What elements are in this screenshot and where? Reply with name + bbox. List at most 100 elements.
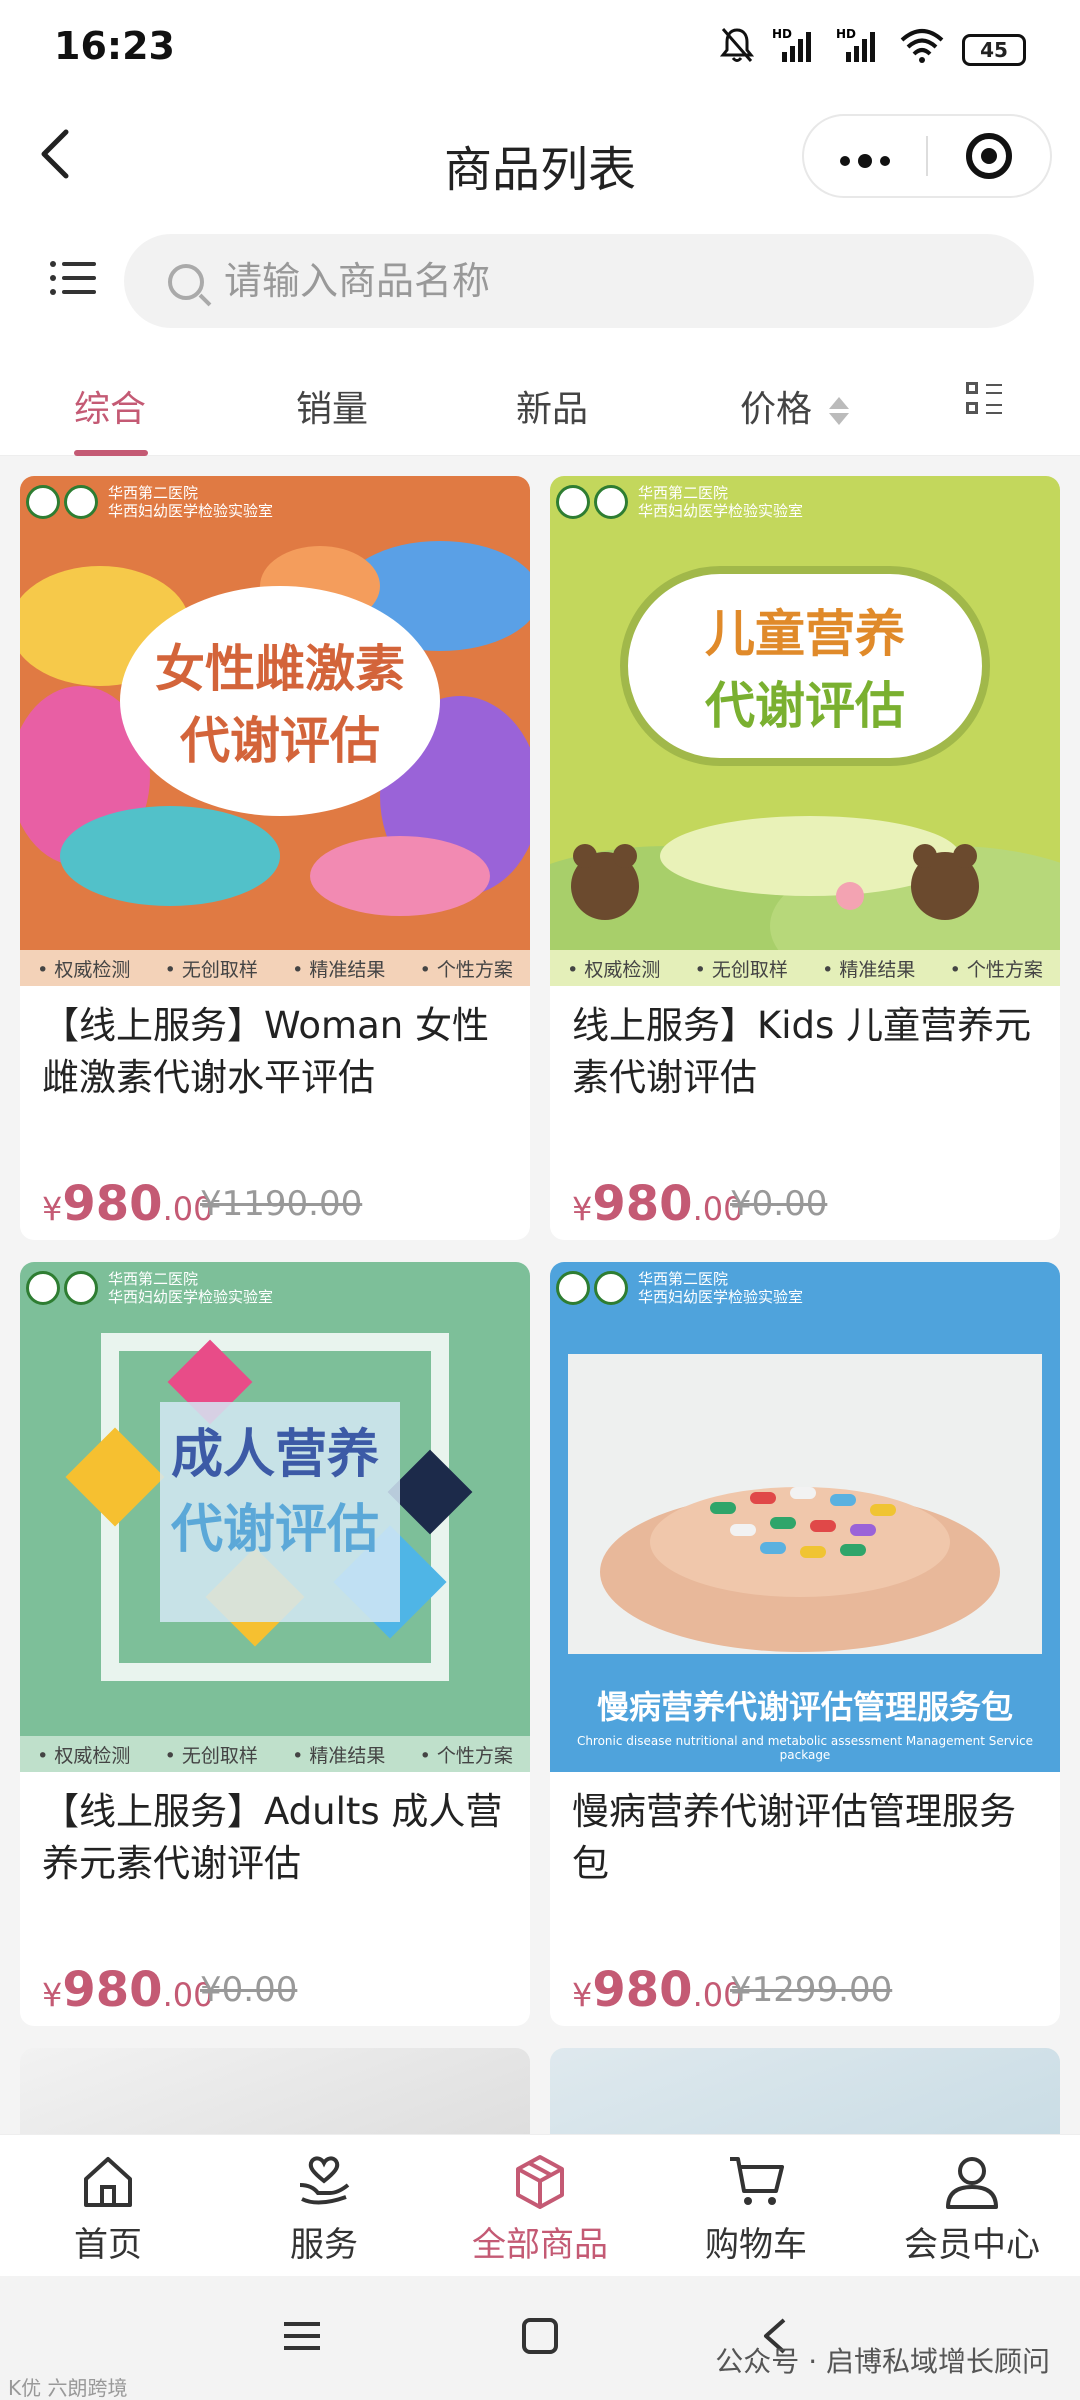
watermark-text-left: K优 六朗跨境 — [8, 2376, 128, 2400]
feature-tag: • 精准结果 — [822, 958, 916, 981]
home-icon — [78, 2151, 138, 2211]
sort-arrows-icon — [829, 397, 850, 425]
feature-tag: • 个性方案 — [949, 958, 1043, 981]
feature-tag: • 个性方案 — [419, 1744, 513, 1767]
nav-service-label: 服务 — [290, 2225, 358, 2265]
user-icon — [942, 2151, 1002, 2211]
feature-tag: • 无创取样 — [164, 1744, 258, 1767]
search-bar[interactable] — [124, 234, 1034, 328]
price-symbol: ¥ — [42, 1190, 63, 1228]
status-bar: 16:23 HD HD 45 — [0, 0, 1080, 100]
nav-home-label: 首页 — [74, 2225, 142, 2265]
hospital-logo-icon — [26, 1271, 60, 1305]
close-miniprogram-button[interactable] — [928, 133, 1050, 179]
tab-new[interactable]: 新品 — [516, 380, 588, 432]
tab-comprehensive[interactable]: 综合 — [74, 380, 146, 432]
target-icon — [966, 133, 1012, 179]
menu-icon[interactable] — [280, 2316, 340, 2366]
category-menu-icon[interactable] — [50, 258, 96, 298]
image-banner: 慢病营养代谢评估管理服务包 Chronic disease nutritiona… — [550, 1682, 1060, 1762]
image-title-line2: 代谢评估 — [705, 677, 905, 735]
product-name: 线上服务】Kids 儿童营养元素代谢评估 — [572, 1004, 1032, 1099]
tab-price-label: 价格 — [740, 389, 813, 430]
nav-cart-label: 购物车 — [705, 2225, 807, 2265]
product-price: ¥980.00 — [572, 1962, 743, 2018]
feature-tag: • 精准结果 — [292, 958, 386, 981]
nav-cart[interactable]: 购物车 — [648, 2135, 864, 2277]
product-card[interactable]: 华西第二医院 华西妇幼医学检验实验室 儿童营养 代谢评估 • 权威检测 • 无创… — [550, 476, 1060, 1240]
original-price: ¥1299.00 — [730, 1970, 893, 2010]
product-price: ¥980.00 — [572, 1176, 743, 1232]
feature-bar: • 权威检测 • 无创取样 • 精准结果 • 个性方案 — [550, 950, 1060, 986]
nav-home[interactable]: 首页 — [0, 2135, 216, 2277]
hospital-logo-header: 华西第二医院 华西妇幼医学检验实验室 — [26, 484, 273, 520]
hospital-logo-icon — [556, 1271, 590, 1305]
product-card[interactable]: 华西第二医院 华西妇幼医学检验实验室 女性雌激素 代谢评估 • 权威检测 • 无… — [20, 476, 530, 1240]
nav-all-products[interactable]: 全部商品 — [432, 2135, 648, 2277]
product-price: ¥980.00 — [42, 1176, 213, 1232]
search-icon — [168, 264, 204, 300]
product-image: 华西第二医院 华西妇幼医学检验实验室 儿童营养 代谢评估 • 权威检测 • 无创… — [550, 476, 1060, 986]
miniprogram-capsule — [802, 114, 1052, 198]
hospital-name: 华西第二医院 — [638, 1270, 729, 1288]
feature-bar: • 权威检测 • 无创取样 • 精准结果 • 个性方案 — [20, 1736, 530, 1772]
heart-hand-icon — [294, 2151, 354, 2211]
product-grid: 华西第二医院 华西妇幼医学检验实验室 女性雌激素 代谢评估 • 权威检测 • 无… — [0, 456, 1080, 2136]
product-image: 华西第二医院 华西妇幼医学检验实验室 成人营养 代谢评估 • 权威检测 • 无创… — [20, 1262, 530, 1772]
bottom-tab-bar: 首页 服务 全部商品 购物车 会员中心 — [0, 2134, 1080, 2276]
price-symbol: ¥ — [572, 1190, 593, 1228]
original-price: ¥0.00 — [730, 1184, 828, 1224]
more-dots-icon — [840, 153, 890, 168]
image-title-line1: 成人营养 — [170, 1425, 379, 1485]
lab-name: 华西妇幼医学检验实验室 — [108, 502, 274, 520]
lab-logo-icon — [64, 485, 98, 519]
nav-all-products-label: 全部商品 — [472, 2225, 608, 2265]
tab-price[interactable]: 价格 — [740, 380, 850, 432]
signal-hd-icon: HD — [836, 26, 882, 73]
product-image: 华西第二医院 华西妇幼医学检验实验室 慢病营养代谢评估管理服务包 Chronic… — [550, 1262, 1060, 1772]
signal-hd-icon: HD — [772, 26, 818, 73]
feature-tag: • 精准结果 — [292, 1744, 386, 1767]
hospital-name: 华西第二医院 — [108, 1270, 199, 1288]
system-navigation-bar: 公众号 · 启博私域增长顾问 K优 六朗跨境 — [0, 2276, 1080, 2400]
search-row — [0, 220, 1080, 340]
feature-tag: • 无创取样 — [694, 958, 788, 981]
hospital-name: 华西第二医院 — [108, 484, 199, 502]
image-title: 成人营养 代谢评估 — [150, 1412, 400, 1562]
image-banner-title: 慢病营养代谢评估管理服务包 — [596, 1688, 1013, 1726]
product-card[interactable]: 华西第二医院 华西妇幼医学检验实验室 成人营养 代谢评估 • 权威检测 • 无创… — [20, 1262, 530, 2026]
nav-member-center-label: 会员中心 — [904, 2225, 1040, 2265]
image-title-line2: 代谢评估 — [180, 712, 380, 770]
price-integer: 980 — [592, 1962, 693, 2018]
product-card-partial[interactable] — [550, 2048, 1060, 2136]
lab-logo-icon — [594, 485, 628, 519]
home-square-icon[interactable] — [518, 2316, 578, 2366]
svg-text:HD: HD — [772, 27, 792, 41]
product-name: 【线上服务】Adults 成人营养元素代谢评估 — [42, 1790, 503, 1885]
lab-logo-icon — [64, 1271, 98, 1305]
price-integer: 980 — [592, 1176, 693, 1232]
cart-icon — [726, 2151, 786, 2211]
box-icon — [510, 2151, 570, 2211]
product-name: 【线上服务】Woman 女性雌激素代谢水平评估 — [42, 1004, 489, 1099]
list-layout-icon[interactable] — [966, 382, 1004, 418]
nav-member-center[interactable]: 会员中心 — [864, 2135, 1080, 2277]
hospital-logo-header: 华西第二医院 华西妇幼医学检验实验室 — [556, 484, 803, 520]
tab-sales[interactable]: 销量 — [296, 380, 368, 432]
more-button[interactable] — [804, 131, 926, 182]
search-input[interactable] — [224, 252, 984, 310]
bell-off-icon — [719, 26, 755, 73]
nav-service[interactable]: 服务 — [216, 2135, 432, 2277]
product-image: 华西第二医院 华西妇幼医学检验实验室 女性雌激素 代谢评估 • 权威检测 • 无… — [20, 476, 530, 986]
feature-tag: • 权威检测 — [567, 958, 661, 981]
product-card-partial[interactable] — [20, 2048, 530, 2136]
hospital-logo-header: 华西第二医院 华西妇幼医学检验实验室 — [556, 1270, 803, 1306]
product-card[interactable]: 华西第二医院 华西妇幼医学检验实验室 慢病营养代谢评估管理服务包 Chronic… — [550, 1262, 1060, 2026]
sort-tabs: 综合 销量 新品 价格 — [0, 340, 1080, 456]
hospital-logo-header: 华西第二医院 华西妇幼医学检验实验室 — [26, 1270, 273, 1306]
feature-tag: • 权威检测 — [37, 958, 131, 981]
status-time: 16:23 — [54, 24, 175, 68]
image-title-line2: 代谢评估 — [170, 1500, 379, 1560]
price-integer: 980 — [62, 1176, 163, 1232]
image-banner-subtitle: Chronic disease nutritional and metaboli… — [576, 1734, 1034, 1762]
